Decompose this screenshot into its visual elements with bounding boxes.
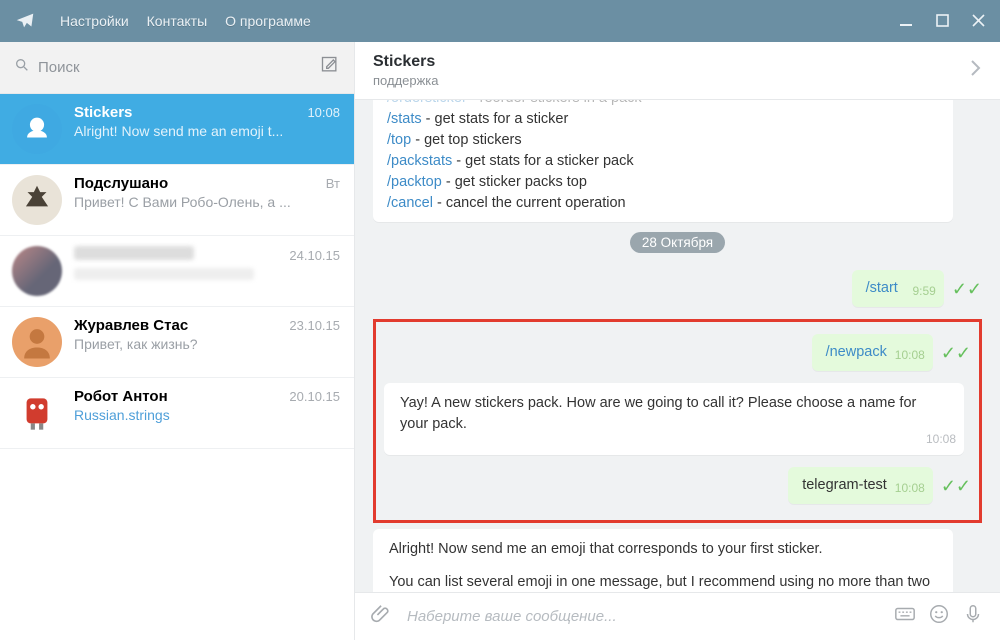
chat-item[interactable]: 24.10.15 bbox=[0, 236, 354, 307]
message-time: 10:08 bbox=[926, 431, 956, 448]
chat-item[interactable]: Подслушано Вт Привет! С Вами Робо-Олень, … bbox=[0, 165, 354, 236]
search-input[interactable]: Поиск bbox=[14, 57, 320, 78]
message-text: /newpack bbox=[826, 344, 887, 360]
chat-name: Журавлев Стас bbox=[74, 317, 188, 334]
chat-preview: Привет, как жизнь? bbox=[74, 336, 340, 352]
compose-button[interactable] bbox=[320, 55, 340, 80]
attach-button[interactable] bbox=[371, 603, 393, 630]
emoji-button[interactable] bbox=[928, 603, 950, 630]
chat-time: Вт bbox=[326, 176, 340, 191]
chat-title: Stickers bbox=[373, 53, 439, 71]
avatar bbox=[12, 104, 62, 154]
title-bar: Настройки Контакты О программе bbox=[0, 0, 1000, 42]
chat-preview: Привет! С Вами Робо-Олень, а ... bbox=[74, 194, 340, 210]
message-bubble-out: /newpack 10:08 bbox=[812, 334, 933, 371]
menu-settings[interactable]: Настройки bbox=[60, 13, 129, 29]
voice-button[interactable] bbox=[962, 603, 984, 630]
message-text: Alright! Now send me an emoji that corre… bbox=[389, 539, 937, 560]
chat-preview: Russian.strings bbox=[74, 407, 340, 423]
telegram-icon bbox=[14, 10, 36, 32]
minimize-button[interactable] bbox=[900, 14, 914, 28]
chat-time: 24.10.15 bbox=[289, 248, 340, 263]
chat-time: 10:08 bbox=[307, 105, 340, 120]
chat-header[interactable]: Stickers поддержка bbox=[355, 42, 1000, 100]
maximize-button[interactable] bbox=[936, 14, 950, 28]
menu-contacts[interactable]: Контакты bbox=[147, 13, 207, 29]
read-checks-icon: ✓✓ bbox=[941, 344, 971, 362]
message-input[interactable]: Наберите ваше сообщение... bbox=[407, 608, 880, 625]
chat-name: Подслушано bbox=[74, 175, 168, 192]
message-bubble-out: telegram-test 10:08 bbox=[788, 467, 933, 504]
menu-about[interactable]: О программе bbox=[225, 13, 311, 29]
search-placeholder: Поиск bbox=[38, 59, 80, 76]
chat-time: 23.10.15 bbox=[289, 318, 340, 333]
message-bubble: Yay! A new stickers pack. How are we goi… bbox=[384, 383, 964, 455]
highlight-box: /newpack 10:08 ✓✓ Yay! A new stickers pa… bbox=[373, 319, 982, 523]
message-text: /start bbox=[866, 280, 898, 296]
chat-name: Stickers bbox=[74, 104, 132, 121]
chat-time: 20.10.15 bbox=[289, 389, 340, 404]
avatar bbox=[12, 246, 62, 296]
chat-item[interactable]: Робот Антон 20.10.15 Russian.strings bbox=[0, 378, 354, 449]
message-time: 9:59 bbox=[912, 283, 935, 300]
close-button[interactable] bbox=[972, 14, 986, 28]
chat-preview: Alright! Now send me an emoji t... bbox=[74, 123, 340, 139]
message-bubble: /ordersticker - reorder stickers in a pa… bbox=[373, 100, 953, 222]
chevron-right-icon[interactable] bbox=[970, 59, 982, 82]
chat-item[interactable]: Журавлев Стас 23.10.15 Привет, как жизнь? bbox=[0, 307, 354, 378]
read-checks-icon: ✓✓ bbox=[952, 280, 982, 298]
chat-preview-blurred bbox=[74, 268, 254, 280]
message-time: 10:08 bbox=[895, 347, 925, 364]
date-badge: 28 Октября bbox=[373, 234, 982, 252]
chat-subtitle: поддержка bbox=[373, 73, 439, 88]
chat-name: Робот Антон bbox=[74, 388, 168, 405]
message-text: You can list several emoji in one messag… bbox=[389, 572, 937, 592]
search-icon bbox=[14, 57, 30, 78]
avatar bbox=[12, 317, 62, 367]
avatar bbox=[12, 388, 62, 438]
messages-area[interactable]: /ordersticker - reorder stickers in a pa… bbox=[355, 100, 1000, 592]
chat-item-stickers[interactable]: Stickers 10:08 Alright! Now send me an em… bbox=[0, 94, 354, 165]
composer: Наберите ваше сообщение... bbox=[355, 592, 1000, 640]
avatar bbox=[12, 175, 62, 225]
message-bubble-out: /start 9:59 bbox=[852, 270, 944, 307]
message-time: 10:08 bbox=[895, 480, 925, 497]
sidebar: Поиск Stickers 10:08 Alright! Now send me… bbox=[0, 42, 355, 640]
message-text: telegram-test bbox=[802, 477, 887, 493]
read-checks-icon: ✓✓ bbox=[941, 477, 971, 495]
message-text: Yay! A new stickers pack. How are we goi… bbox=[400, 395, 916, 432]
message-bubble: Alright! Now send me an emoji that corre… bbox=[373, 529, 953, 592]
keyboard-icon[interactable] bbox=[894, 603, 916, 630]
chat-name-blurred bbox=[74, 246, 194, 260]
